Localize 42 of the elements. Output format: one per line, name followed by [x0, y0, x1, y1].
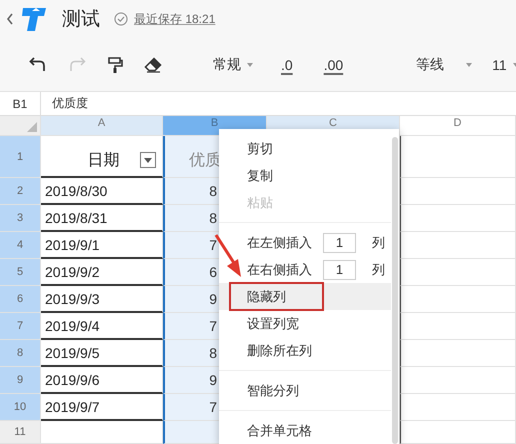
row-header[interactable]: 8 [0, 340, 41, 367]
font-dropdown[interactable]: 等线 [416, 54, 472, 76]
caret-icon [247, 62, 253, 66]
check-icon [114, 12, 128, 26]
dropdown-value: 常规 [213, 56, 241, 74]
row-header[interactable]: 2 [0, 178, 41, 205]
pointer-arrow [214, 234, 241, 277]
eraser-icon[interactable] [144, 56, 162, 72]
undo-icon[interactable] [29, 56, 47, 74]
row-header[interactable]: 3 [0, 205, 41, 232]
column-header[interactable]: D [400, 116, 516, 136]
decimal-button[interactable]: .00 [320, 54, 346, 74]
caret-icon [466, 62, 472, 66]
count-input[interactable]: 1 [323, 260, 356, 280]
row-header[interactable]: 6 [0, 286, 41, 313]
formula-input[interactable]: 优质度 [41, 92, 516, 115]
row-header[interactable]: 9 [0, 367, 41, 394]
number-format-dropdown[interactable]: 常规 [213, 54, 253, 76]
painter-icon[interactable] [107, 56, 123, 74]
row-header[interactable]: 7 [0, 313, 41, 340]
app-logo-icon[interactable] [20, 5, 48, 33]
decimal-button[interactable]: .0 [278, 54, 296, 74]
cell-reference[interactable]: B1 [0, 92, 41, 115]
row-header[interactable]: 10 [0, 394, 41, 421]
unit-label: 列 [372, 234, 385, 252]
count-input[interactable]: 1 [323, 232, 356, 252]
dropdown-value: 11 [492, 56, 507, 72]
document-title[interactable]: 测试 [62, 6, 100, 32]
menu-item[interactable]: 隐藏列 [219, 283, 391, 310]
save-status-link[interactable]: 最近保存 18:21 [134, 10, 216, 28]
header-label: 日期 [88, 150, 120, 170]
row-header[interactable]: 11 [0, 421, 41, 444]
row-header[interactable]: 4 [0, 232, 41, 259]
dropdown-value: 等线 [416, 56, 444, 74]
column-header[interactable]: A [41, 116, 163, 136]
row-header[interactable]: 5 [0, 259, 41, 286]
unit-label: 列 [372, 260, 385, 278]
scrollbar[interactable] [392, 137, 398, 444]
font-size-dropdown[interactable]: 11 [492, 54, 516, 74]
row-header[interactable]: 1 [0, 136, 41, 178]
filter-dropdown-icon[interactable] [140, 152, 156, 168]
back-icon[interactable] [6, 13, 14, 25]
